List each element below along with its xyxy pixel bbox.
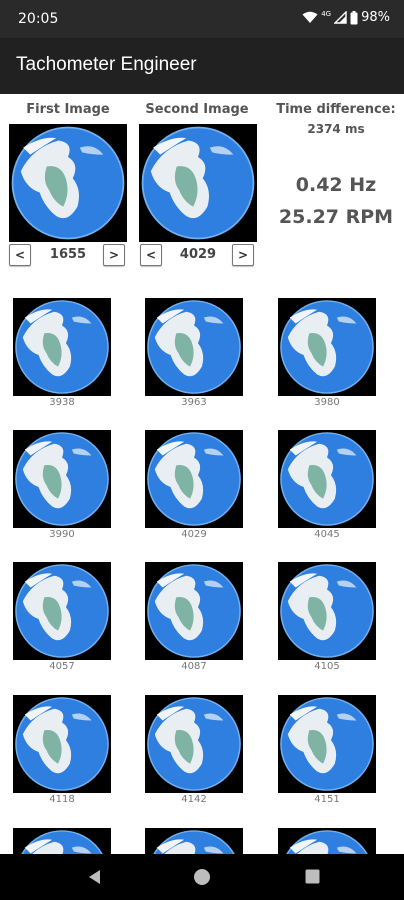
frame-thumbnail xyxy=(13,430,111,528)
frame-item[interactable]: 3938 xyxy=(13,298,113,408)
wifi-icon xyxy=(302,11,318,24)
earth-image xyxy=(9,124,127,242)
frame-item[interactable]: 4151 xyxy=(278,695,378,805)
frame-number: 3980 xyxy=(314,397,340,408)
frame-number: 3963 xyxy=(181,397,207,408)
frame-thumbnail xyxy=(13,828,111,854)
frame-number: 4151 xyxy=(314,794,340,805)
frame-item[interactable]: 3990 xyxy=(13,430,113,540)
frame-thumbnail xyxy=(13,298,111,396)
frame-thumbnail xyxy=(278,430,376,528)
frame-thumbnail xyxy=(278,562,376,660)
first-frame-number: 1655 xyxy=(49,247,87,262)
recents-icon[interactable] xyxy=(305,869,320,888)
second-frame-number: 4029 xyxy=(179,247,217,262)
frame-number: 3990 xyxy=(49,529,75,540)
frequency-value: 0.42 Hz xyxy=(295,174,377,196)
frame-number: 3938 xyxy=(49,397,75,408)
home-icon[interactable] xyxy=(193,868,211,890)
frame-grid: 3938 3963 3980 3990 4029 4045 4057 4087 4105 4118… xyxy=(0,292,404,854)
time-difference-value: 2374 ms xyxy=(307,122,365,136)
frame-thumbnail xyxy=(13,562,111,660)
frame-number: 4045 xyxy=(314,529,340,540)
frame-thumbnail xyxy=(278,828,376,854)
frame-item[interactable] xyxy=(278,828,378,854)
rpm-value: 25.27 RPM xyxy=(278,206,394,228)
time-difference-label: Time difference: xyxy=(276,102,396,117)
frame-number: 4105 xyxy=(314,661,340,672)
navigation-bar xyxy=(0,854,404,900)
frame-item[interactable]: 4057 xyxy=(13,562,113,672)
frame-item[interactable]: 4087 xyxy=(145,562,245,672)
frame-thumbnail xyxy=(145,562,243,660)
first-image-thumbnail[interactable] xyxy=(9,124,127,242)
frame-number: 4087 xyxy=(181,661,207,672)
frame-thumbnail xyxy=(278,298,376,396)
second-image-header: Second Image xyxy=(145,102,249,117)
frame-thumbnail xyxy=(145,430,243,528)
first-image-header: First Image xyxy=(26,102,110,117)
first-next-button[interactable]: > xyxy=(103,244,125,266)
frame-thumbnail xyxy=(145,828,243,854)
frame-item[interactable] xyxy=(13,828,113,854)
app-bar: Tachometer Engineer xyxy=(0,38,404,94)
second-next-button[interactable]: > xyxy=(232,244,254,266)
signal-icon xyxy=(334,11,347,24)
second-image-thumbnail[interactable] xyxy=(139,124,257,242)
battery-icon xyxy=(350,10,358,25)
earth-image xyxy=(139,124,257,242)
second-image-stepper: < 4029 > xyxy=(139,244,257,266)
frame-item[interactable]: 4045 xyxy=(278,430,378,540)
status-bar: 20:05 4G 98% xyxy=(0,0,404,38)
battery-percent: 98% xyxy=(361,10,390,25)
frame-thumbnail xyxy=(278,695,376,793)
frame-thumbnail xyxy=(13,695,111,793)
app-title: Tachometer Engineer xyxy=(16,54,197,75)
first-prev-button[interactable]: < xyxy=(9,244,31,266)
status-time: 20:05 xyxy=(18,11,59,27)
frame-thumbnail xyxy=(145,695,243,793)
frame-item[interactable]: 3980 xyxy=(278,298,378,408)
second-prev-button[interactable]: < xyxy=(140,244,162,266)
network-type: 4G xyxy=(321,9,332,18)
frame-thumbnail xyxy=(145,298,243,396)
frame-item[interactable]: 4105 xyxy=(278,562,378,672)
frame-item[interactable]: 4142 xyxy=(145,695,245,805)
frame-number: 4118 xyxy=(49,794,75,805)
back-icon[interactable] xyxy=(86,868,102,890)
first-image-stepper: < 1655 > xyxy=(9,244,127,266)
frame-item[interactable] xyxy=(145,828,245,854)
frame-item[interactable]: 4029 xyxy=(145,430,245,540)
status-icons: 4G 98% xyxy=(302,10,390,25)
frame-number: 4142 xyxy=(181,794,207,805)
frame-number: 4029 xyxy=(181,529,207,540)
frame-number: 4057 xyxy=(49,661,75,672)
frame-item[interactable]: 3963 xyxy=(145,298,245,408)
frame-item[interactable]: 4118 xyxy=(13,695,113,805)
